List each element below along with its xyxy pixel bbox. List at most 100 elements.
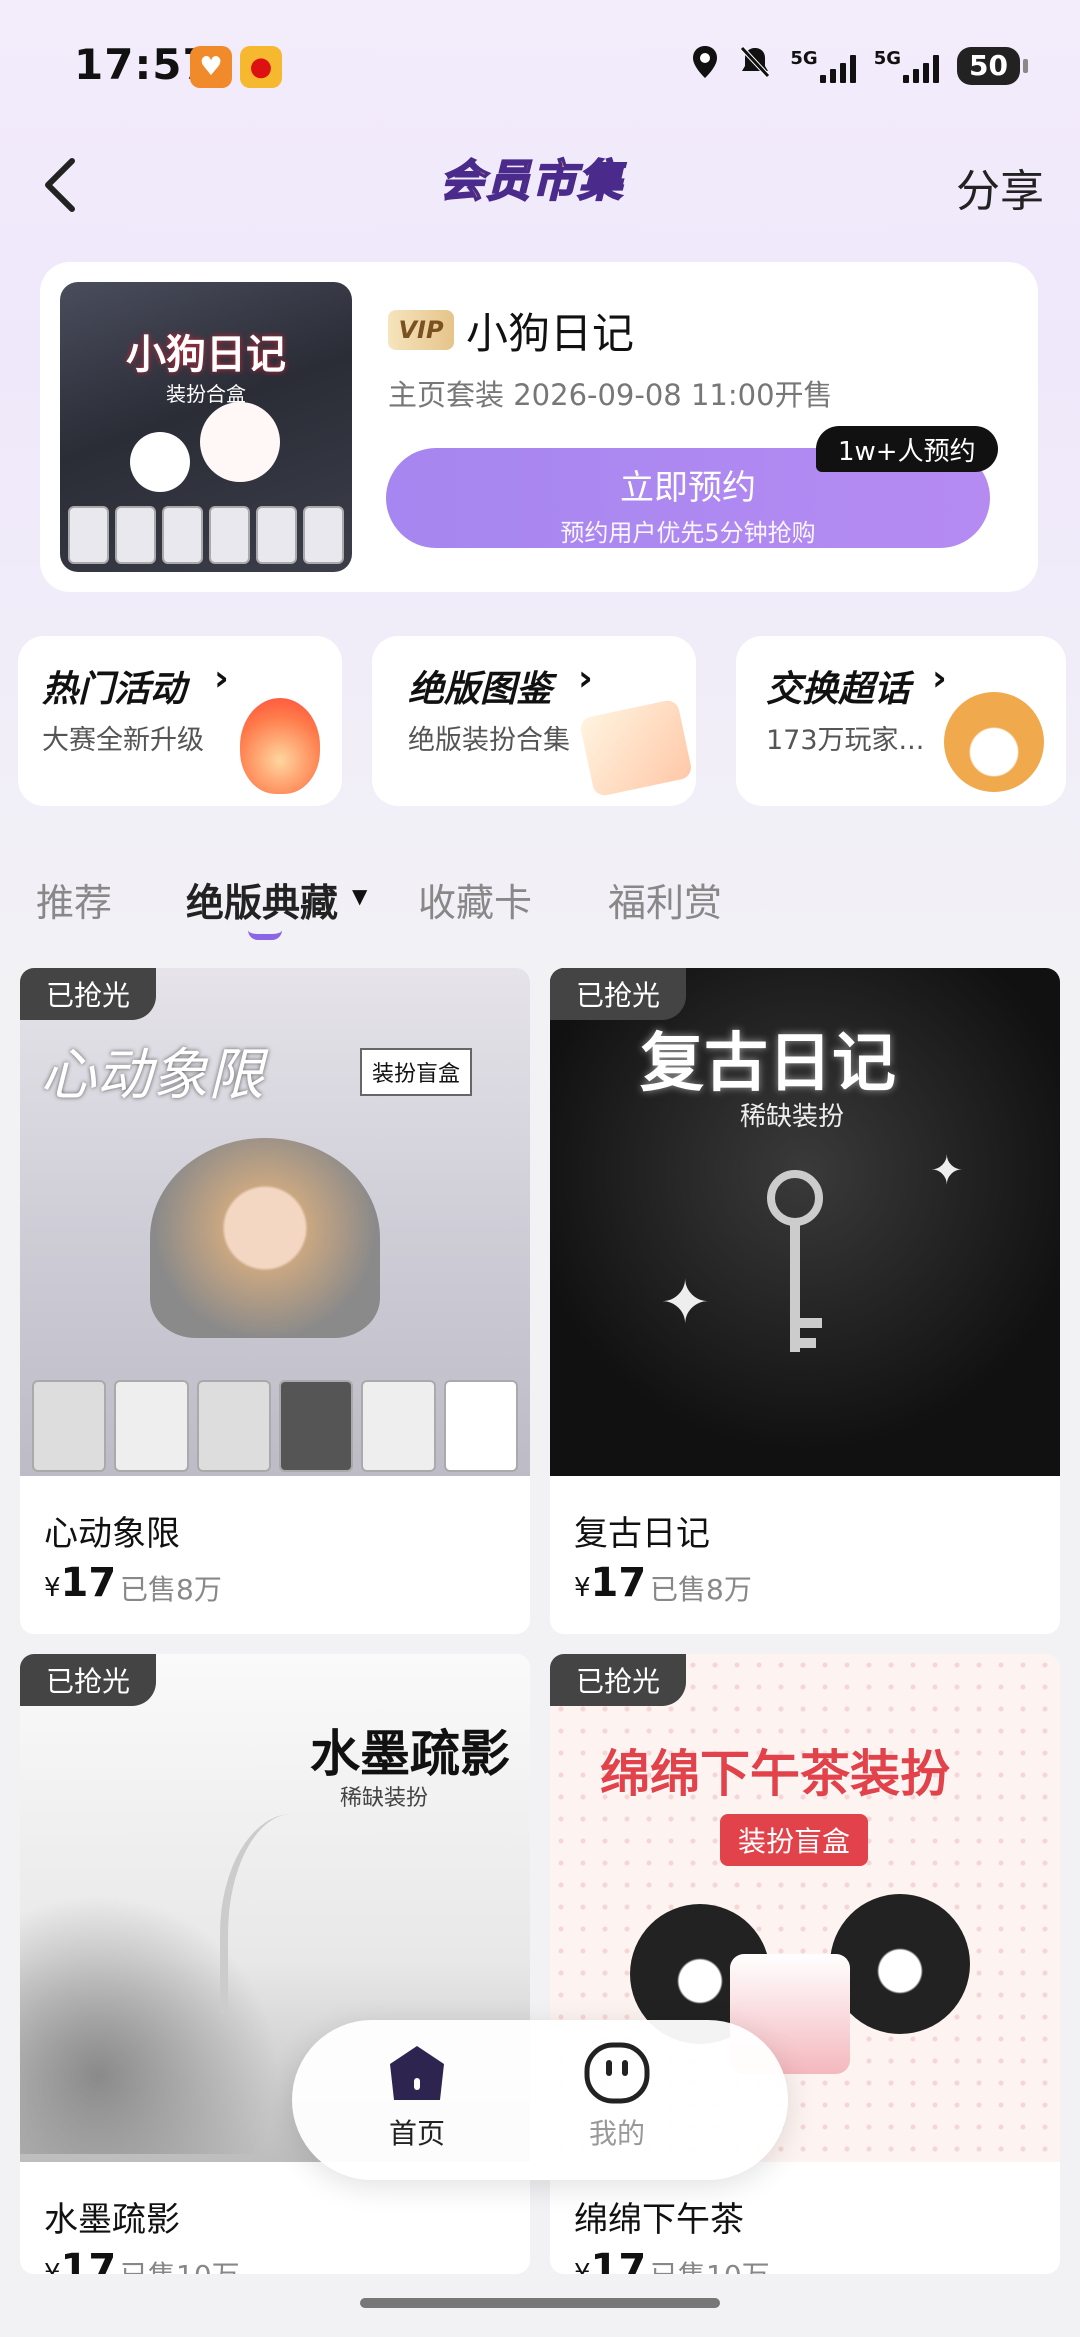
tab-collection-card[interactable]: 收藏卡 [418, 872, 532, 927]
sparkle-icon: ✦ [930, 1148, 964, 1194]
product-price: ¥17 [574, 1560, 646, 1606]
back-button[interactable] [30, 150, 90, 220]
product-art-subtitle: 装扮盲盒 [360, 1048, 473, 1096]
puppy-illustration-2 [830, 1894, 970, 2034]
weibo-notification-icon: ● [240, 46, 282, 88]
quick-card-title: 交换超话 [766, 669, 911, 710]
thumbnail-preview-strip [68, 506, 344, 564]
product-image: 心动象限 装扮盲盒 [20, 968, 530, 1476]
product-art-subtitle: 稀缺装扮 [740, 1102, 845, 1132]
price-value: 17 [60, 2246, 117, 2274]
product-name: 绵绵下午茶 [574, 2200, 744, 2240]
sold-count: 已售10万 [650, 2254, 770, 2274]
chevron-right-icon: › [578, 658, 593, 699]
signal-icon-2 [903, 53, 940, 83]
caret-down-icon[interactable]: ▼ [352, 884, 367, 908]
quick-card-discontinued-catalog[interactable]: 绝版图鉴 › 绝版装扮合集 [372, 636, 696, 806]
network-label-2: 5G [873, 48, 902, 69]
product-art-title: 心动象限 [40, 1043, 264, 1108]
quick-card-subtitle: 绝版装扮合集 [408, 725, 570, 756]
category-tabs [0, 860, 1080, 940]
home-icon [390, 2046, 444, 2100]
product-name: 复古日记 [574, 1514, 710, 1554]
promo-thumbnail[interactable]: 小狗日记 装扮合盒 [60, 282, 352, 572]
quick-card-title: 绝版图鉴 [408, 669, 553, 710]
tab-recommend[interactable]: 推荐 [36, 872, 112, 927]
nav-mine[interactable]: 我的 [562, 2042, 672, 2152]
product-name: 心动象限 [44, 1514, 180, 1554]
status-icons: 5G 5G 50 [690, 44, 1028, 87]
doll-illustration [150, 1138, 380, 1338]
nav-home-label: 首页 [388, 2117, 445, 2150]
price-value: 17 [590, 1560, 647, 1606]
nav-home[interactable]: 首页 [362, 2042, 472, 2152]
currency-symbol: ¥ [574, 1573, 591, 1603]
key-illustration [750, 1168, 840, 1368]
dog-illustration-2 [200, 402, 280, 482]
product-image: 复古日记 稀缺装扮 ✦ ✦ [550, 968, 1060, 1476]
star-icon: ✦ [660, 1268, 711, 1338]
home-indicator[interactable] [360, 2298, 720, 2308]
quick-card-exchange-topic[interactable]: 交换超话 › 173万玩家... [736, 636, 1066, 806]
tab-welfare[interactable]: 福利赏 [608, 872, 722, 927]
reserve-button-sublabel: 预约用户优先5分钟抢购 [560, 519, 816, 547]
quick-card-subtitle: 大赛全新升级 [42, 725, 204, 756]
sold-out-badge: 已抢光 [550, 968, 687, 1020]
promo-thumbnail-subtitle: 装扮合盒 [166, 382, 246, 406]
reservation-count-badge: 1w+人预约 [816, 426, 998, 472]
currency-symbol: ¥ [574, 2259, 591, 2274]
ribbon-illustration [220, 1814, 340, 2014]
corgi-icon [944, 692, 1044, 792]
quick-card-title: 热门活动 [42, 669, 187, 710]
tab-discontinued[interactable]: 绝版典藏 [186, 872, 338, 927]
product-name: 水墨疏影 [44, 2200, 180, 2240]
quick-card-hot-activities[interactable]: 热门活动 › 大赛全新升级 [18, 636, 342, 806]
mute-bell-icon [738, 44, 772, 87]
currency-symbol: ¥ [44, 2259, 61, 2274]
product-art-subtitle: 稀缺装扮 [340, 1786, 429, 1811]
price-value: 17 [590, 2246, 647, 2274]
active-tab-indicator [248, 930, 282, 940]
sold-count: 已售10万 [120, 2254, 240, 2274]
promo-subtitle: 主页套装 2026-09-08 11:00开售 [388, 378, 833, 412]
product-card[interactable]: 水墨疏影 稀缺装扮 已抢光 水墨疏影 ¥17 已售10万 [20, 1654, 530, 2274]
price-value: 17 [60, 1560, 117, 1606]
product-price: ¥17 [574, 2246, 646, 2274]
nav-mine-label: 我的 [588, 2117, 645, 2150]
product-card[interactable]: 复古日记 稀缺装扮 ✦ ✦ 已抢光 复古日记 ¥17 已售8万 [550, 968, 1060, 1634]
sold-out-badge: 已抢光 [20, 1654, 157, 1706]
chevron-left-icon [45, 158, 75, 212]
sold-out-badge: 已抢光 [550, 1654, 687, 1706]
profile-face-icon [584, 2042, 650, 2104]
signal-icon-1 [819, 53, 856, 83]
promo-title: 小狗日记 [466, 309, 635, 358]
preview-strip [32, 1380, 518, 1472]
product-art-subtitle: 装扮盲盒 [720, 1814, 869, 1866]
product-card[interactable]: 绵绵下午茶装扮 装扮盲盒 已抢光 绵绵下午茶 ¥17 已售10万 [550, 1654, 1060, 2274]
product-art-title: 复古日记 [640, 1027, 896, 1101]
product-art-title: 水墨疏影 [310, 1724, 510, 1783]
sold-out-badge: 已抢光 [20, 968, 157, 1020]
product-price: ¥17 [44, 1560, 116, 1606]
vip-badge: VIP [388, 310, 454, 350]
location-icon [690, 44, 720, 87]
book-icon [578, 698, 694, 798]
quick-card-subtitle: 173万玩家... [766, 725, 925, 756]
sold-count: 已售8万 [650, 1573, 752, 1606]
chevron-right-icon: › [214, 658, 229, 699]
currency-symbol: ¥ [44, 1573, 61, 1603]
share-button[interactable]: 分享 [956, 155, 1044, 219]
app-notification-icon: ♥ [190, 46, 232, 88]
chevron-right-icon: › [932, 658, 947, 699]
product-art-title: 绵绵下午茶装扮 [600, 1745, 950, 1803]
flame-icon [240, 698, 320, 794]
network-label-1: 5G [790, 48, 818, 69]
product-card[interactable]: 心动象限 装扮盲盒 已抢光 心动象限 ¥17 已售8万 [20, 968, 530, 1634]
bottom-navigation: 首页 我的 [292, 2020, 788, 2180]
promo-thumbnail-title: 小狗日记 [126, 332, 286, 378]
page-logo: 会员市集 [439, 155, 624, 208]
product-price: ¥17 [44, 2246, 116, 2274]
sold-count: 已售8万 [120, 1573, 222, 1606]
dog-illustration [130, 432, 190, 492]
battery-icon: 50 [957, 46, 1028, 85]
